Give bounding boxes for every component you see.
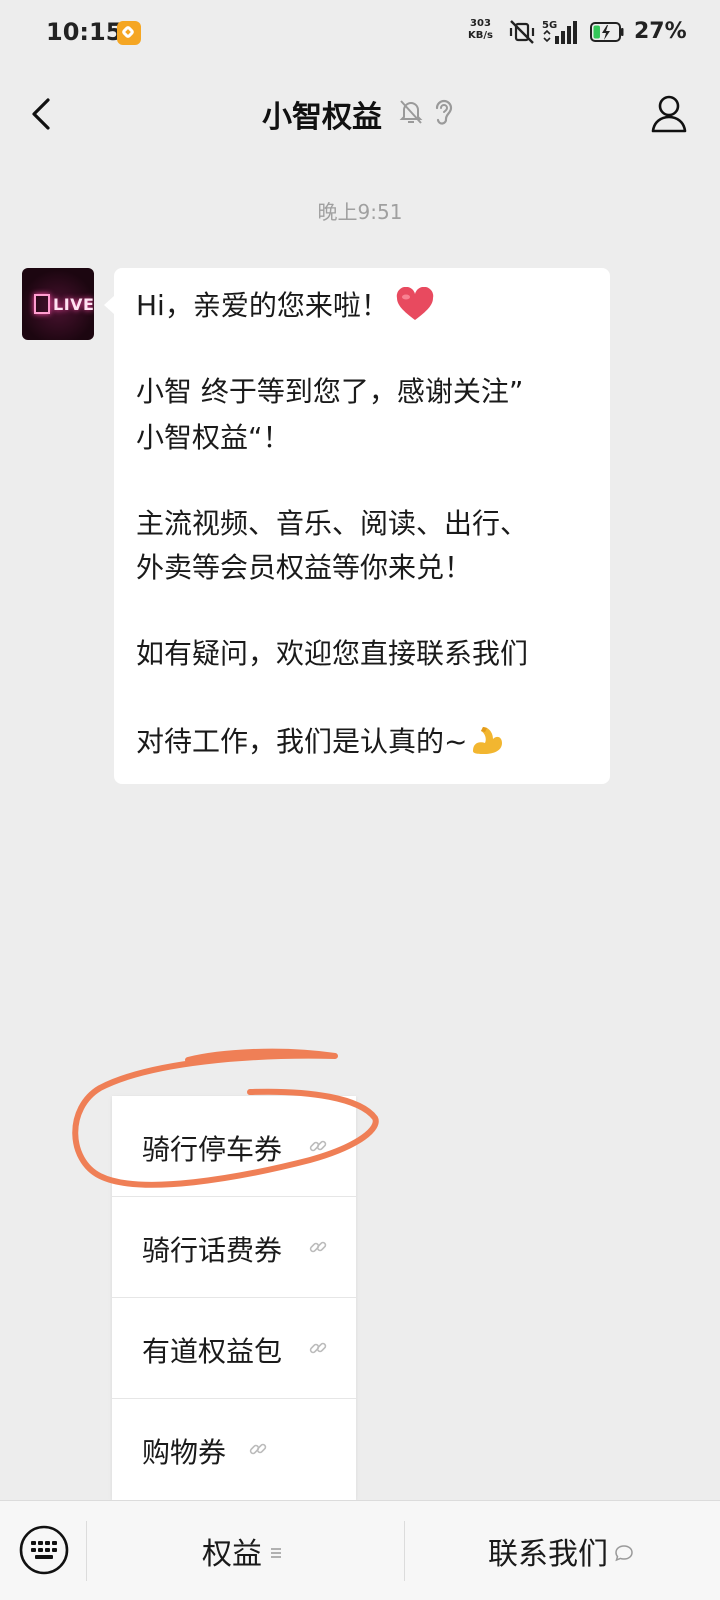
message-line: 小智 终于等到您了，感谢关注” [136,375,524,408]
link-icon [309,1342,327,1354]
network-speed: 303 KB/s [468,18,493,42]
message-line: 小智权益“！ [136,421,291,454]
link-icon [249,1443,267,1455]
message-line: 对待工作，我们是认真的~ [136,720,505,760]
nav-bar: 小智权益 [0,70,720,158]
menu-item-shopping-coupon[interactable]: 购物券 [112,1399,356,1499]
profile-icon[interactable] [650,94,688,134]
menu-item-parking-coupon[interactable]: 骑行停车券 [112,1096,356,1196]
menu-item-phone-credit-coupon[interactable]: 骑行话费券 [112,1197,356,1297]
page-title: 小智权益 [262,100,382,135]
message-line: 如有疑问，欢迎您直接联系我们 [136,637,529,670]
message-line: 外卖等会员权益等你来兑！ [136,551,473,584]
battery-icon [590,22,624,42]
link-icon [309,1241,327,1253]
keyboard-icon[interactable] [18,1524,70,1576]
ear-icon [435,99,453,125]
status-bar: 10:15 303 KB/s 5G 27% [0,0,720,70]
bar-divider [404,1521,405,1581]
muscle-icon [473,727,503,754]
message-line: Hi，亲爱的您来啦！ [136,284,435,324]
menu-item-youdao-benefits[interactable]: 有道权益包 [112,1298,356,1398]
bottom-menu-bar: 权益 联系我们 [0,1500,720,1600]
network-type: 5G [542,20,557,31]
back-icon[interactable] [24,92,60,136]
app-notification-icon [117,21,141,45]
status-time: 10:15 [46,18,123,46]
message-line: 主流视频、音乐、阅读、出行、 [136,507,529,540]
tab-contact-us[interactable]: 联系我们 [488,1529,634,1573]
vibrate-off-icon [509,20,535,44]
message-bubble: Hi，亲爱的您来啦！ 小智 终于等到您了，感谢关注” 小智权益“！ 主流视频、音… [104,268,610,784]
comment-icon [615,1545,633,1562]
avatar[interactable]: LIVE [22,268,94,340]
signal-icon: 5G [542,20,577,44]
network-speed-value: 303 [470,18,491,29]
network-speed-unit: KB/s [468,30,493,41]
bell-off-icon [399,100,423,124]
live-logo-text: LIVE [53,294,94,314]
battery-percent: 27% [634,19,687,44]
heart-icon [396,287,434,320]
link-icon [309,1140,327,1152]
live-logo: LIVE [34,293,94,315]
message-timestamp: 晚上9:51 [317,200,403,224]
bar-divider [86,1521,87,1581]
popup-menu: 骑行停车券 骑行话费券 有道权益包 购物券 [112,1096,356,1500]
tab-benefits[interactable]: 权益 [202,1529,282,1573]
menu-lines-icon [271,1548,281,1558]
